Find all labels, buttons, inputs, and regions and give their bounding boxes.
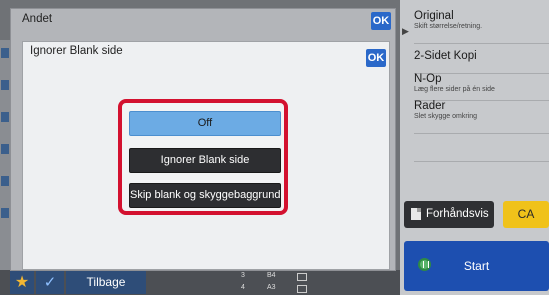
menu-item-empty [414, 161, 549, 189]
ca-button[interactable]: CA [503, 201, 549, 228]
preview-button[interactable]: Forhåndsvis [404, 201, 494, 228]
check-icon[interactable]: ✓ [36, 271, 64, 294]
tray-row: 4 A3 [235, 282, 315, 294]
tray-row: 3 B4 [235, 270, 315, 282]
tray-number: 3 [241, 272, 245, 279]
ok-button[interactable]: OK [371, 12, 391, 30]
tray-icon [297, 273, 307, 281]
strip-marker [1, 112, 9, 122]
strip-marker [1, 208, 9, 218]
tray-size: B4 [267, 272, 276, 279]
preview-label: Forhåndsvis [426, 208, 489, 220]
menu-item-original[interactable]: Original Skift størrelse/retning. [414, 10, 549, 44]
star-icon[interactable]: ★ [10, 271, 34, 294]
start-label: Start [463, 259, 490, 273]
ok-button[interactable]: OK [366, 49, 386, 67]
option-off-button[interactable]: Off [129, 111, 281, 136]
menu-item-empty [414, 133, 549, 162]
menu-item-title: Original [414, 10, 454, 22]
tray-icon [297, 285, 307, 293]
dialog-title: Andet [22, 13, 53, 25]
menu-item-subtitle: Læg flere sider på én side [414, 86, 495, 93]
option-ignore-blank-button[interactable]: Ignorer Blank side [129, 148, 281, 173]
tray-size: A3 [267, 284, 276, 291]
menu-item-rader[interactable]: Rader Slet skygge omkring [414, 100, 549, 134]
strip-marker [1, 80, 9, 90]
menu-item-title: Rader [414, 100, 446, 112]
menu-item-title: N-Op [414, 73, 442, 85]
menu-item-2-sidet-kopi[interactable]: 2-Sidet Kopi [414, 43, 549, 74]
start-icon [418, 258, 431, 271]
menu-item-subtitle: Slet skygge omkring [414, 113, 478, 120]
menu-item-subtitle: Skift størrelse/retning. [414, 23, 483, 30]
option-skip-blank-shadow-button[interactable]: Skip blank og skyggebaggrund [129, 183, 281, 208]
back-button[interactable]: Tilbage [66, 271, 146, 294]
strip-marker [1, 144, 9, 154]
strip-marker [1, 48, 9, 58]
tray-number: 4 [241, 284, 245, 291]
expand-arrow-icon[interactable]: ▶ [402, 25, 412, 37]
subdialog-title: Ignorer Blank side [30, 45, 123, 57]
menu-item-title: 2-Sidet Kopi [414, 50, 477, 62]
menu-item-n-op[interactable]: N-Op Læg flere sider på én side [414, 73, 549, 101]
left-edge-strip [0, 40, 10, 270]
start-button[interactable]: Start [404, 241, 549, 291]
strip-marker [1, 176, 9, 186]
paper-tray-status: 3 B4 4 A3 [235, 270, 315, 295]
document-icon [411, 208, 421, 220]
